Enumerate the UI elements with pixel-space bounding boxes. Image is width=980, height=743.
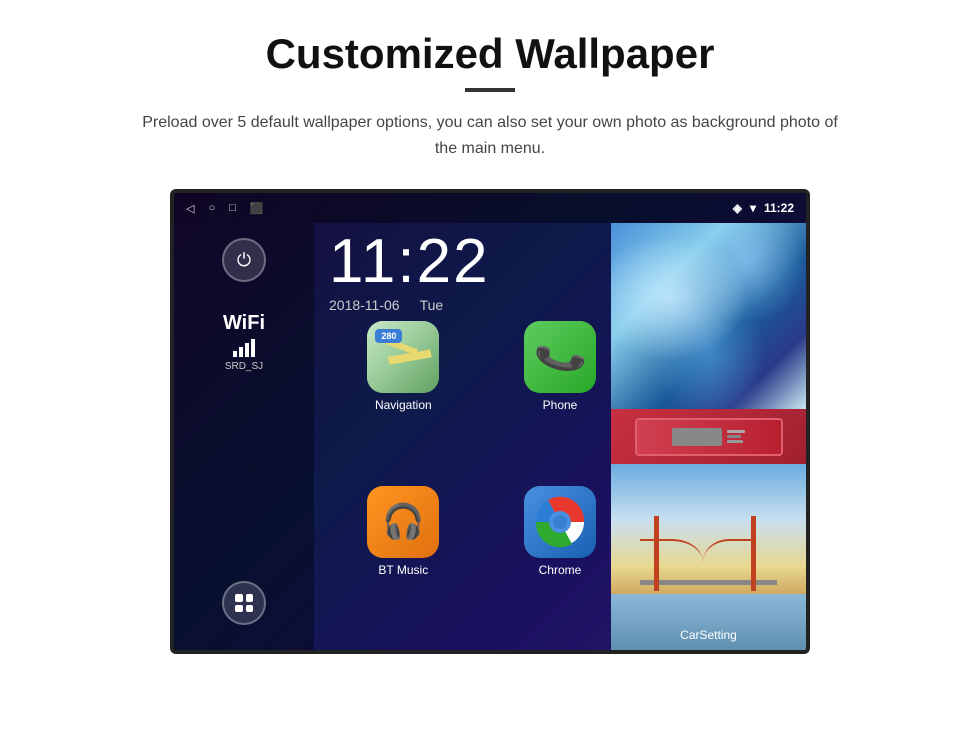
home-icon[interactable]: ○ [208, 202, 215, 214]
clock-time: 11:22 [329, 231, 490, 293]
app-navigation[interactable]: 280 Navigation [329, 321, 478, 478]
page-subtitle: Preload over 5 default wallpaper options… [140, 110, 840, 161]
banner-bar [727, 430, 745, 433]
square-icon[interactable]: □ [229, 202, 236, 214]
wifi-ssid: SRD_SJ [225, 361, 263, 372]
page-title: Customized Wallpaper [266, 30, 715, 78]
nav-badge: 280 [375, 329, 402, 343]
clock-area: 11:22 2018-11-06 Tue [329, 231, 490, 313]
power-icon: ⏻ [237, 250, 251, 271]
wallpaper-thumbnails: CarSetting [611, 223, 806, 650]
wifi-signal-icon: ▾ [750, 201, 756, 215]
title-divider [465, 88, 515, 92]
wifi-bar-1 [233, 351, 237, 357]
chrome-svg [534, 496, 586, 548]
status-left-icons: ◁ ○ □ ⬛ [186, 202, 263, 215]
status-right-icons: ◈ ▾ 11:22 [733, 201, 794, 215]
app-bt-music[interactable]: 🎧 BT Music [329, 486, 478, 643]
phone-label: Phone [543, 398, 578, 412]
bridge-cable-left [640, 539, 702, 586]
clock-date: 2018-11-06 Tue [329, 297, 490, 313]
grid-dot [235, 594, 243, 602]
status-bar: ◁ ○ □ ⬛ ◈ ▾ 11:22 [174, 193, 806, 223]
bt-music-label: BT Music [378, 563, 428, 577]
location-icon: ◈ [733, 201, 742, 215]
clock-day: Tue [420, 297, 444, 313]
mid-banner-box [635, 418, 783, 456]
phone-icon-bg: 📞 [524, 321, 596, 393]
sidebar: ⏻ WiFi SRD_SJ [174, 223, 314, 650]
grid-dot [246, 594, 254, 602]
mid-banner-screen [672, 428, 722, 446]
wifi-bar-4 [251, 339, 255, 357]
clock-date-value: 2018-11-06 [329, 297, 400, 313]
chrome-label: Chrome [539, 563, 582, 577]
navigation-icon: 280 [367, 321, 439, 393]
wifi-block: WiFi SRD_SJ [223, 312, 265, 372]
grid-icon [235, 594, 253, 612]
power-button[interactable]: ⏻ [222, 238, 266, 282]
device-wrapper: ◁ ○ □ ⬛ ◈ ▾ 11:22 ⏻ WiFi [170, 189, 810, 654]
wallpaper-thumb-ice[interactable] [611, 223, 806, 409]
grid-dot [246, 605, 254, 613]
android-screen: ◁ ○ □ ⬛ ◈ ▾ 11:22 ⏻ WiFi [170, 189, 810, 654]
bt-icon-bg: 🎧 [367, 486, 439, 558]
carsetting-label[interactable]: CarSetting [680, 628, 737, 642]
wallpaper-mid-banner [611, 409, 806, 464]
wifi-bar-2 [239, 347, 243, 357]
banner-bar [727, 440, 743, 443]
headphone-icon: 🎧 [382, 502, 424, 542]
phone-handset-icon: 📞 [530, 328, 590, 387]
bridge-cable-right [703, 539, 756, 586]
navigation-label: Navigation [375, 398, 432, 412]
banner-bar [727, 435, 741, 438]
ice-texture [611, 223, 806, 409]
wifi-label: WiFi [223, 312, 265, 335]
back-icon[interactable]: ◁ [186, 202, 194, 215]
wallpaper-thumb-bridge[interactable]: CarSetting [611, 464, 806, 650]
chrome-icon-bg [524, 486, 596, 558]
wifi-bar-3 [245, 343, 249, 357]
screenshot-icon[interactable]: ⬛ [250, 202, 264, 215]
wifi-bars [233, 339, 255, 357]
apps-grid-button[interactable] [222, 581, 266, 625]
mid-banner-bars [727, 430, 745, 443]
status-time: 11:22 [764, 201, 794, 215]
grid-dot [235, 605, 243, 613]
